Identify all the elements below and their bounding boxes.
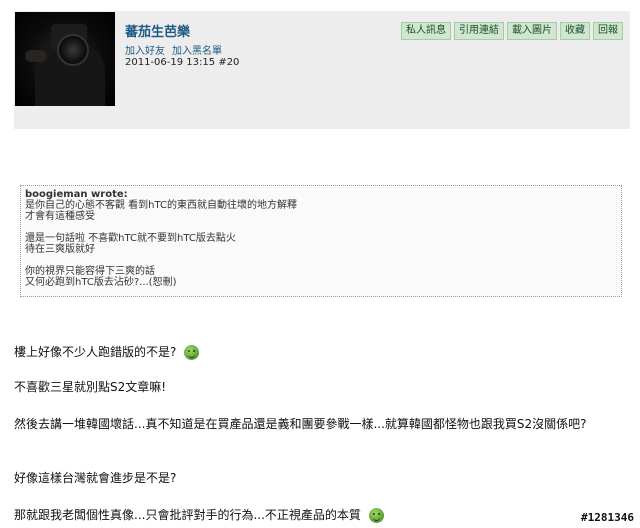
post-header: 蕃茄生芭樂 加入好友 加入黑名單 2011-06-19 13:15 #20 私人訊… [14, 11, 630, 129]
post-toolbar: 私人訊息 引用連結 載入圖片 收藏 回報 [401, 22, 623, 40]
post-meta: 2011-06-19 13:15 #20 [125, 57, 239, 68]
post-paragraph: 那就跟我老闆個性真像...只會批評對手的行為...不正視產品的本質 [14, 506, 634, 524]
add-blacklist-link[interactable]: 加入黑名單 [172, 46, 222, 57]
watermark: #1281346 [581, 511, 634, 524]
quote-block: boogieman wrote: 是你自己的心態不客觀 看到hTC的東西就自動往… [20, 185, 622, 297]
quote-line: 才會有這種感受 [25, 211, 95, 222]
post-paragraph: 然後去講一堆韓國壞話...真不知道是在買產品還是義和團要參戰一樣...就算韓國都… [14, 417, 587, 431]
report-button[interactable]: 回報 [593, 22, 623, 40]
quote-line: 還是一句話啦 不喜歡hTC就不要到hTC版去點火 [25, 233, 236, 244]
quote-line: 是你自己的心態不客觀 看到hTC的東西就自動往壞的地方解釋 [25, 200, 298, 211]
quote-line [25, 255, 617, 266]
private-message-button[interactable]: 私人訊息 [401, 22, 451, 40]
load-images-button[interactable]: 載入圖片 [507, 22, 557, 40]
post-paragraph: 不喜歡三星就別點S2文章嘛! [14, 380, 167, 394]
post-paragraph: 好像這樣台灣就會進步是不是? [14, 471, 177, 485]
quote-link-button[interactable]: 引用連結 [454, 22, 504, 40]
post-paragraph: 樓上好像不少人跑錯版的不是? [14, 343, 634, 361]
quote-line: 又何必跑到hTC版去沾砂?...(恕刪) [25, 277, 177, 288]
post-timestamp: 2011-06-19 13:15 [125, 57, 216, 68]
username[interactable]: 蕃茄生芭樂 [125, 21, 190, 40]
avatar[interactable] [15, 12, 115, 106]
quote-line [25, 222, 617, 233]
quote-author: boogieman wrote: [25, 189, 128, 200]
post-number[interactable]: #20 [218, 57, 239, 68]
user-actions: 加入好友 加入黑名單 [125, 42, 229, 57]
smiley-icon [368, 508, 384, 523]
quote-line: 你的視界只能容得下三爽的話 [25, 266, 155, 277]
quote-line: 待在三爽版就好 [25, 244, 95, 255]
add-friend-link[interactable]: 加入好友 [125, 46, 165, 57]
smiley-icon [184, 345, 200, 360]
favorite-button[interactable]: 收藏 [560, 22, 590, 40]
